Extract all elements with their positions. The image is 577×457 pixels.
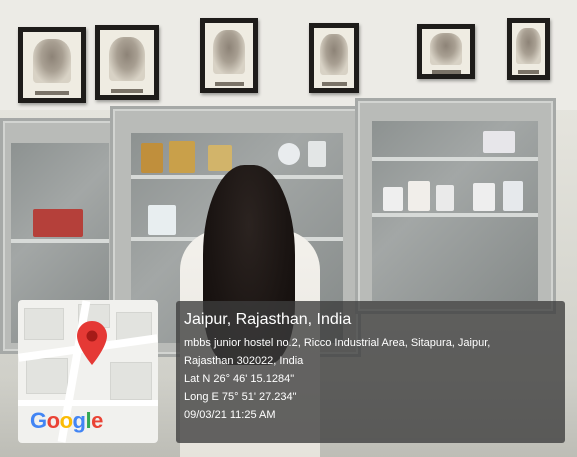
google-logo: Google [30, 408, 103, 433]
portrait-frame [200, 18, 258, 93]
display-cabinet-right [355, 98, 556, 314]
portrait-frame [417, 24, 475, 79]
portrait-frame [507, 18, 550, 80]
longitude-text: Long E 75° 51' 27.234" [184, 391, 297, 403]
photo-scene: Google Jaipur, Rajasthan, India mbbs jun… [0, 0, 577, 457]
address-line-1: mbbs junior hostel no.2, Ricco Industria… [184, 337, 491, 349]
location-title: Jaipur, Rajasthan, India [184, 311, 352, 328]
latitude-text: Lat N 26° 46' 15.1284" [184, 373, 295, 385]
map-pin-icon [77, 321, 107, 365]
back-wall [0, 0, 577, 110]
portrait-frame [309, 23, 359, 93]
portrait-frame [95, 25, 159, 100]
address-line-2: Rajasthan 302022, India [184, 355, 304, 367]
timestamp-text: 09/03/21 11:25 AM [184, 409, 276, 421]
location-overlay: Jaipur, Rajasthan, India mbbs junior hos… [176, 301, 565, 443]
portrait-frame [18, 27, 86, 103]
